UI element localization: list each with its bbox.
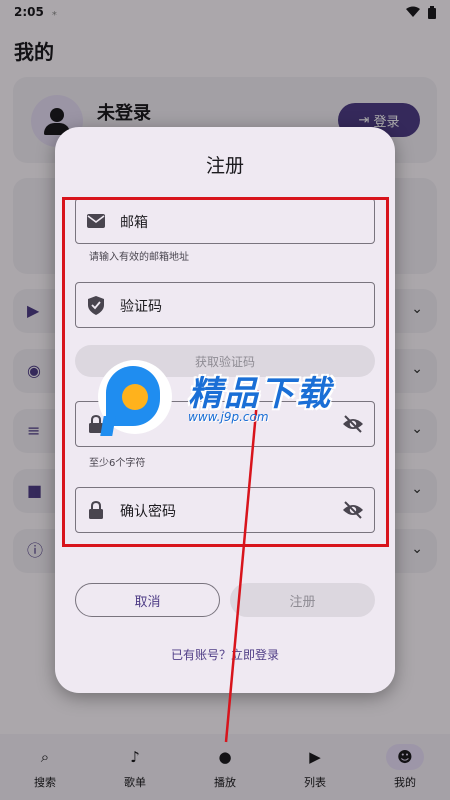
watermark: 精品下载 www.j9p.com (98, 360, 358, 440)
register-button[interactable]: 注册 (230, 583, 375, 617)
watermark-title: 精品下载 (188, 374, 332, 414)
login-link[interactable]: 已有账号？立即登录 (55, 646, 395, 663)
watermark-url: www.j9p.com (188, 410, 269, 424)
watermark-logo (98, 360, 172, 436)
dialog-title: 注册 (205, 155, 244, 177)
cancel-button[interactable]: 取消 (75, 583, 220, 617)
